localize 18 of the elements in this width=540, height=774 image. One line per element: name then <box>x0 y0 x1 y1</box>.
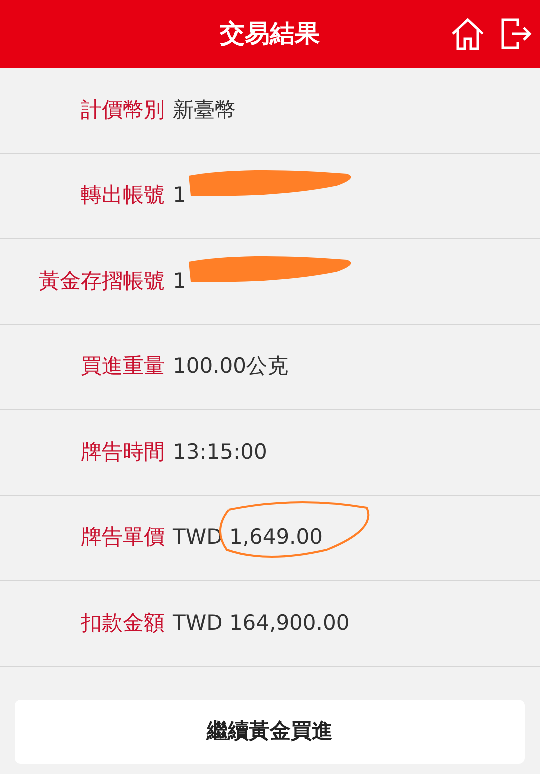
field-value: 1 <box>173 268 186 294</box>
field-label: 計價幣別 <box>81 96 165 124</box>
page-title: 交易結果 <box>220 18 320 50</box>
field-label: 牌告單價 <box>81 524 165 551</box>
continue-button[interactable]: 繼續黃金買進 <box>15 700 525 764</box>
field-value: 100.00公克 <box>173 353 288 380</box>
logout-icon[interactable] <box>500 16 532 52</box>
field-label: 牌告時間 <box>81 438 165 466</box>
field-label: 扣款金額 <box>81 610 165 636</box>
field-value: TWD 164,900.00 <box>173 610 350 636</box>
field-value: 1 <box>173 182 186 209</box>
field-label: 買進重量 <box>81 353 165 380</box>
field-value: TWD 1,649.00 <box>173 524 323 551</box>
field-value: 新臺幣 <box>173 96 236 124</box>
field-label: 轉出帳號 <box>81 182 165 209</box>
field-label: 黃金存摺帳號 <box>39 268 165 294</box>
field-value: 13:15:00 <box>173 438 268 466</box>
home-icon[interactable] <box>450 16 486 52</box>
